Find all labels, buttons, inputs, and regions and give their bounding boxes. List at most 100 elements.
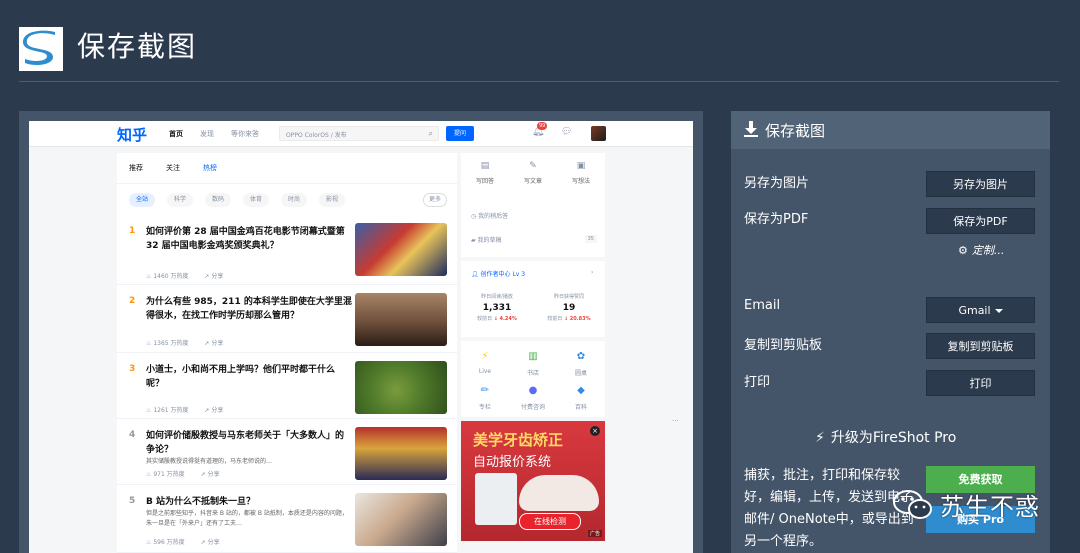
notification-badge: 99 xyxy=(537,122,548,130)
app-header: 保存截图 xyxy=(0,0,1080,82)
wechat-icon xyxy=(893,490,932,519)
item-meta: ♨ 1460 万热度 ➚ 分享 xyxy=(146,271,223,280)
panel-title: 保存截图 xyxy=(765,122,826,140)
roundtable-icon: ✿ xyxy=(576,351,586,362)
lightning-icon: ⚡︎ xyxy=(481,351,489,362)
tool-label: 圆桌 xyxy=(574,370,587,377)
screenshot-preview[interactable]: 知乎 首页 发现 等你来答 OPPO ColorOS / 发布 ⌕ 提问 🔔︎ … xyxy=(19,111,703,553)
email-dropdown[interactable]: Gmail xyxy=(926,297,1035,323)
zhihu-creator-card: 👤︎ 创作者中心 Lv 3 › 昨日阅读/播放 1,331 较前日 ↓ 4.24… xyxy=(461,261,605,337)
upgrade-title: ⚡︎ 升级为FireShot Pro xyxy=(815,427,956,447)
zhihu-hot-feed: 推荐 关注 热榜 全站 科学 数码 体育 时尚 影视 更多 1 如何评价第 28… xyxy=(117,153,457,553)
tool-consult: ● 付费咨询 xyxy=(509,385,557,411)
tool-label: 书店 xyxy=(526,370,539,377)
save-pdf-label: 保存为PDF xyxy=(744,212,809,227)
stat-likes: 昨日获得赞同 19 较前日 ↓ 20.83% xyxy=(533,293,605,322)
feed-tab-divider xyxy=(117,183,457,184)
save-image-button[interactable]: 另存为图片 xyxy=(926,171,1035,197)
item-thumbnail xyxy=(355,493,447,546)
print-label: 打印 xyxy=(744,375,771,390)
item-heat: 1460 万热度 xyxy=(153,273,189,280)
share-icon: ➚ xyxy=(204,340,210,347)
tool-live: ⚡︎ Live xyxy=(461,351,509,375)
calculator-image xyxy=(475,473,517,525)
draft-icon: ▰ xyxy=(471,237,476,244)
stat-label: 昨日获得赞同 xyxy=(553,294,584,300)
item-heat: 1365 万热度 xyxy=(153,340,189,347)
sidebar-row-drafts: ▰ 我的草稿 xyxy=(471,235,502,244)
flame-icon: ♨ xyxy=(146,471,152,478)
ad-tag: 广告 xyxy=(587,530,602,537)
item-rank: 2 xyxy=(129,296,136,306)
item-title: 如何评价第 28 届中国金鸡百花电影节闭幕式暨第 32 届中国电影金鸡奖颁奖典礼… xyxy=(146,227,345,251)
save-pdf-button[interactable]: 保存为PDF xyxy=(926,208,1035,234)
item-title: 为什么有些 985，211 的本科学生即使在大学里混得很水，在找工作时学历却那么… xyxy=(146,297,352,321)
feed-tab-hot: 热榜 xyxy=(203,164,217,172)
flame-icon: ♨ xyxy=(146,273,152,280)
item-thumbnail xyxy=(355,223,447,276)
chevron-right-icon: › xyxy=(591,269,594,276)
chat-icon: ● xyxy=(528,385,538,396)
drafts-count: 35 xyxy=(584,235,597,243)
clock-icon: ◷ xyxy=(471,213,477,220)
quick-action-answer: ▤ 写回答 xyxy=(461,161,509,185)
stat-delta-label: 较前日 xyxy=(547,316,563,322)
copy-label: 复制到剪贴板 xyxy=(744,338,823,353)
flame-icon: ♨ xyxy=(146,407,152,414)
zhihu-nav-discover: 发现 xyxy=(200,130,214,138)
stat-delta-label: 较前日 xyxy=(477,316,493,322)
zhihu-nav-home: 首页 xyxy=(169,130,183,138)
fireshot-logo xyxy=(19,27,63,71)
zhihu-topbar: 知乎 首页 发现 等你来答 OPPO ColorOS / 发布 ⌕ 提问 🔔︎ … xyxy=(29,121,693,147)
item-excerpt: 其实储殷教授说得挺有道理的，马东老师说的… xyxy=(146,458,273,465)
tool-column: ✏︎ 专栏 xyxy=(461,385,509,411)
cube-icon: ◆ xyxy=(577,385,585,396)
save-image-label: 另存为图片 xyxy=(744,176,810,191)
stat-reads: 昨日阅读/播放 1,331 较前日 ↓ 4.24% xyxy=(461,293,533,322)
tool-roundtable: ✿ 圆桌 xyxy=(557,351,605,377)
search-icon: ⌕ xyxy=(428,129,433,138)
item-excerpt: 但是之前那些知乎，抖音来 B 站的，都被 B 站抵制，本质还是内容的问题，朱一旦… xyxy=(146,510,348,527)
ad-subtitle: 自动报价系统 xyxy=(473,455,552,470)
item-heat: 596 万热度 xyxy=(153,539,185,546)
arrow-down-icon: ↓ xyxy=(493,316,498,322)
item-share: 分享 xyxy=(211,407,224,414)
list-item: 3 小道士，小和尚不用上学吗？他们平时都干什么呢？ ♨ 1261 万热度 ➚ 分… xyxy=(117,353,457,419)
zhihu-logo: 知乎 xyxy=(117,126,148,144)
item-title: B 站为什么不抵制朱一旦？ xyxy=(146,497,255,507)
item-meta: ♨ 1365 万热度 ➚ 分享 xyxy=(146,338,223,347)
sidebar-row-label: 我的稍后答 xyxy=(478,213,509,220)
item-heat: 1261 万热度 xyxy=(153,407,189,414)
watermark-text: 苏生不惑 xyxy=(940,493,1040,521)
page-title: 保存截图 xyxy=(77,30,198,63)
stat-delta: 较前日 ↓ 20.83% xyxy=(533,315,605,322)
chip-fashion: 时尚 xyxy=(281,193,308,207)
avatar xyxy=(591,126,606,141)
user-icon: 👤︎ xyxy=(471,271,479,278)
caret-down-icon xyxy=(994,309,1003,313)
item-meta: ♨ 596 万热度 ➚ 分享 xyxy=(146,537,220,546)
zhihu-ask-button: 提问 xyxy=(446,126,474,141)
quick-action-idea: ▣ 写想法 xyxy=(557,161,605,185)
email-label: Email xyxy=(744,298,781,313)
copy-clipboard-button[interactable]: 复制到剪贴板 xyxy=(926,333,1035,359)
quick-action-article: ✎ 写文章 xyxy=(509,161,557,185)
item-share: 分享 xyxy=(207,471,220,478)
chip-digital: 数码 xyxy=(205,193,232,207)
stat-delta-value: 20.83% xyxy=(569,316,591,322)
smile-image xyxy=(519,475,599,511)
item-title: 如何评价储殷教授与马东老师关于「大多数人」的争论？ xyxy=(146,431,345,455)
item-share: 分享 xyxy=(211,273,224,280)
customize-link[interactable]: ⚙ 定制... xyxy=(958,242,1004,258)
list-item: 5 B 站为什么不抵制朱一旦？ 但是之前那些知乎，抖音来 B 站的，都被 B 站… xyxy=(117,485,457,553)
ad-banner: 美学牙齿矫正 自动报价系统 × 在线检测 广告 xyxy=(461,421,605,541)
quick-action-label: 写回答 xyxy=(475,178,494,185)
zhihu-search-text: OPPO ColorOS / 发布 xyxy=(286,132,347,139)
upgrade-title-text: 升级为FireShot Pro xyxy=(830,430,957,446)
email-provider: Gmail xyxy=(958,304,991,317)
chip-science: 科学 xyxy=(167,193,194,207)
bolt-icon: ⚡︎ xyxy=(815,430,825,446)
print-button[interactable]: 打印 xyxy=(926,370,1035,396)
sidebar-row-later: ◷ 我的稍后答 xyxy=(471,211,508,220)
more-icon: ··· xyxy=(672,417,679,425)
